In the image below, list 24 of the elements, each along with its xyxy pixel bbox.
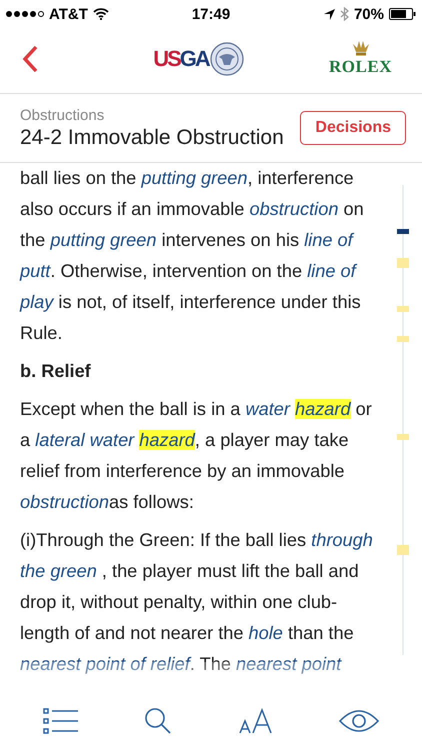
- crown-icon: [350, 40, 371, 56]
- eye-icon[interactable]: [339, 709, 380, 733]
- text-size-icon[interactable]: [238, 708, 274, 734]
- rule-paragraph: Except when the ball is in a water hazard or a lateral water hazard, a player may take relief from interference by an immovable obstructionas follows:: [20, 398, 373, 514]
- decisions-button[interactable]: Decisions: [300, 111, 406, 145]
- clock-time: 17:49: [192, 6, 230, 22]
- location-arrow-icon: [324, 8, 335, 20]
- signal-icon: [6, 11, 44, 17]
- carrier-name: AT&T: [49, 6, 88, 22]
- back-icon[interactable]: [22, 44, 38, 72]
- rule-paragraph: ball lies on the putting green, interference also occurs if an immovable obstruction on the putting green intervenes on his line of putt. Otherwise, intervention on the line of play is not, of itself, interference under this Rule.: [20, 167, 365, 345]
- list-icon[interactable]: [42, 707, 79, 735]
- section-heading: b. Relief: [20, 360, 92, 383]
- battery-percentage: 70%: [354, 6, 384, 22]
- battery-icon: [389, 8, 416, 20]
- search-icon[interactable]: [144, 707, 172, 735]
- bluetooth-icon: [340, 7, 349, 21]
- wifi-icon: [92, 8, 109, 20]
- seal-icon: [210, 42, 244, 76]
- usga-logo: USGA: [153, 46, 209, 72]
- rolex-logo: ROLEX: [329, 57, 392, 77]
- rule-paragraph: (i)Through the Green: If the ball lies through the green , the player must lift the ball and drop it, without penalty, within one club-length of and not nearer the hole than the nearest point of relief. The nearest point: [20, 529, 374, 676]
- section-label: Obstructions: [20, 106, 106, 124]
- rule-title: 24-2 Immovable Obstruction: [20, 126, 284, 150]
